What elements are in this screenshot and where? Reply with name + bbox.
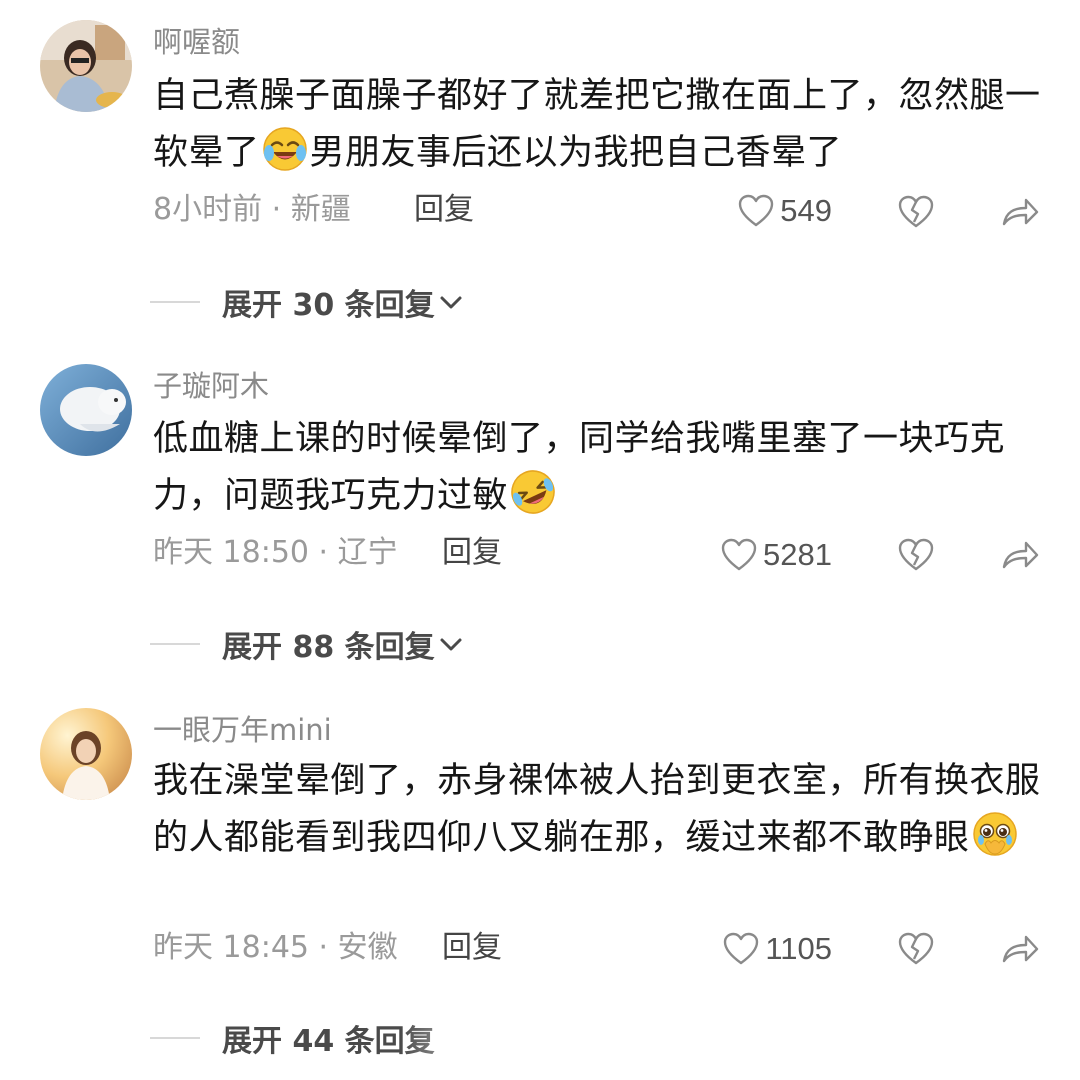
comment-text: 我在澡堂晕倒了，赤身裸体被人抬到更衣室，所有换衣服的人都能看到我四仰八叉躺在那，… xyxy=(153,753,1043,867)
like-button[interactable]: 549 xyxy=(738,191,832,231)
username[interactable]: 啊喔额 xyxy=(153,24,240,60)
username[interactable]: 子璇阿木 xyxy=(153,368,269,404)
dislike-broken-heart-icon[interactable] xyxy=(896,192,936,232)
heart-icon xyxy=(721,538,757,571)
rolling-laughing-emoji-icon xyxy=(511,470,555,514)
divider-line xyxy=(150,1037,200,1039)
chevron-down-icon xyxy=(440,296,462,309)
username[interactable]: 一眼万年mini xyxy=(153,712,332,748)
like-button[interactable]: 1105 xyxy=(723,929,832,969)
avatar[interactable] xyxy=(40,364,132,456)
expand-replies-label: 展开 88 条回复 xyxy=(222,630,435,665)
like-button[interactable]: 5281 xyxy=(721,535,832,575)
comment-text-part: 男朋友事后还以为我把自己香晕了 xyxy=(309,133,843,173)
share-arrow-icon[interactable] xyxy=(1000,929,1040,969)
crying-laughing-emoji-icon xyxy=(262,127,307,171)
timestamp-location: 昨天 18:45 · 安徽 xyxy=(153,930,398,965)
watermark-fade xyxy=(400,1010,700,1070)
pleading-face-emoji-icon xyxy=(972,812,1017,856)
avatar[interactable] xyxy=(40,20,132,112)
timestamp-location: 昨天 18:50 · 辽宁 xyxy=(153,535,398,570)
heart-icon xyxy=(739,194,774,227)
expand-replies-button[interactable]: 展开 44 条回复 xyxy=(150,1018,435,1059)
reply-button[interactable]: 回复 xyxy=(442,533,502,573)
comment-text-part: 我在澡堂晕倒了，赤身裸体被人抬到更衣室，所有换衣服的人都能看到我四仰八叉躺在那，… xyxy=(153,761,1041,858)
timestamp-location: 8小时前 · 新疆 xyxy=(153,192,351,227)
divider-line xyxy=(150,301,200,303)
expand-replies-button[interactable]: 展开 88 条回复 xyxy=(150,624,465,665)
reply-button[interactable]: 回复 xyxy=(414,190,474,230)
expand-replies-label: 展开 30 条回复 xyxy=(222,288,435,323)
avatar[interactable] xyxy=(40,708,132,800)
heart-icon xyxy=(724,932,759,965)
comment-text: 低血糖上课的时候晕倒了，同学给我嘴里塞了一块巧克力，问题我巧克力过敏 xyxy=(153,411,1043,525)
share-arrow-icon[interactable] xyxy=(1000,535,1040,575)
like-count: 5281 xyxy=(763,537,832,572)
reply-button[interactable]: 回复 xyxy=(442,928,502,968)
expand-replies-button[interactable]: 展开 30 条回复 xyxy=(150,282,465,323)
dislike-broken-heart-icon[interactable] xyxy=(896,929,936,969)
dislike-broken-heart-icon[interactable] xyxy=(896,535,936,575)
like-count: 549 xyxy=(780,193,832,228)
like-count: 1105 xyxy=(765,931,832,966)
divider-line xyxy=(150,643,200,645)
comment-text: 自己煮臊子面臊子都好了就差把它撒在面上了，忽然腿一软晕了 男朋友事后还以为我把自… xyxy=(153,68,1043,182)
comment-text-part: 低血糖上课的时候晕倒了，同学给我嘴里塞了一块巧克力，问题我巧克力过敏 xyxy=(153,419,1006,516)
chevron-down-icon xyxy=(440,638,462,651)
share-arrow-icon[interactable] xyxy=(1000,192,1040,232)
